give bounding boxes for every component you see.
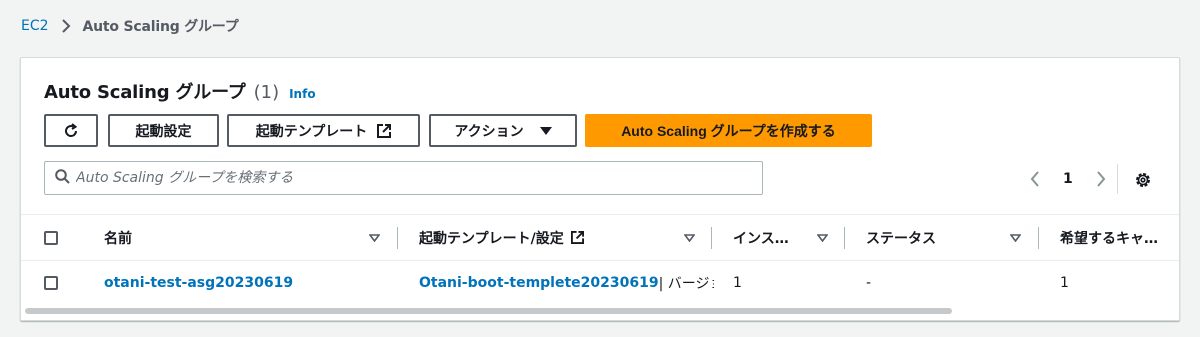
pager-divider (1117, 164, 1118, 194)
sort-icon[interactable] (369, 215, 380, 260)
column-header-status[interactable]: ステータス (866, 215, 936, 260)
breadcrumb-ec2-link[interactable]: EC2 (21, 18, 49, 34)
column-header-desired-capacity[interactable]: 希望するキャ… (1060, 215, 1158, 260)
column-divider (844, 227, 845, 249)
desired-capacity-cell: 1 (1060, 275, 1069, 291)
asg-name-link[interactable]: otani-test-asg20230619 (104, 261, 293, 305)
refresh-button[interactable] (44, 114, 98, 147)
pagination: 1 (1030, 166, 1106, 192)
horizontal-scrollbar[interactable] (21, 307, 1179, 315)
page-title: Auto Scaling グループ (44, 82, 246, 103)
column-divider (1038, 227, 1039, 249)
sort-icon[interactable] (817, 215, 828, 260)
instances-cell: 1 (733, 275, 742, 291)
refresh-icon (63, 122, 79, 139)
column-divider (711, 227, 712, 249)
table-row: otani-test-asg20230619 Otani-boot-temple… (21, 261, 1179, 305)
chevron-right-icon (61, 19, 71, 33)
create-asg-button[interactable]: Auto Scaling グループを作成する (585, 114, 872, 147)
info-link[interactable]: Info (289, 87, 315, 101)
chevron-right-icon[interactable] (1096, 171, 1106, 187)
item-count: (1) (253, 82, 280, 103)
status-cell: - (866, 275, 872, 291)
select-all-checkbox[interactable] (44, 231, 58, 245)
breadcrumb-current: Auto Scaling グループ (82, 19, 239, 35)
settings-icon[interactable] (1134, 171, 1152, 189)
external-link-icon (570, 231, 584, 244)
asg-table-panel: Auto Scaling グループ (1) Info 起動設定 起動テンプレート… (20, 57, 1180, 321)
launch-template-button[interactable]: 起動テンプレート (227, 114, 420, 147)
table-header: 名前 起動テンプレート/設定 インス… ステータス 希望するキャ… (21, 214, 1179, 261)
search-input[interactable] (76, 170, 736, 186)
column-header-launch-template-label: 起動テンプレート/設定 (419, 230, 564, 247)
column-header-instances[interactable]: インス… (733, 215, 789, 260)
page-number[interactable]: 1 (1063, 171, 1073, 187)
sort-icon[interactable] (1010, 215, 1021, 260)
launch-config-button[interactable]: 起動設定 (108, 114, 219, 147)
launch-template-version: | バージョ (658, 276, 714, 292)
sort-icon[interactable] (684, 215, 695, 260)
scrollbar-thumb[interactable] (25, 308, 952, 314)
column-divider (397, 227, 398, 249)
chevron-left-icon[interactable] (1030, 171, 1040, 187)
caret-down-icon (539, 126, 552, 135)
search-icon (55, 168, 70, 188)
breadcrumb: EC2 Auto Scaling グループ (21, 14, 239, 38)
actions-label: アクション (454, 122, 524, 139)
launch-template-cell: Otani-boot-templete20230619 | バージョ (419, 261, 714, 305)
actions-dropdown[interactable]: アクション (429, 114, 577, 147)
search-field[interactable] (44, 161, 763, 195)
panel-heading: Auto Scaling グループ (1) Info (44, 78, 316, 104)
column-header-launch-template[interactable]: 起動テンプレート/設定 (419, 215, 584, 260)
row-select-checkbox[interactable] (44, 276, 58, 290)
column-header-name[interactable]: 名前 (104, 215, 132, 260)
launch-template-link[interactable]: Otani-boot-templete20230619 (419, 275, 659, 291)
external-link-icon (377, 123, 392, 138)
launch-template-label: 起動テンプレート (255, 122, 368, 139)
